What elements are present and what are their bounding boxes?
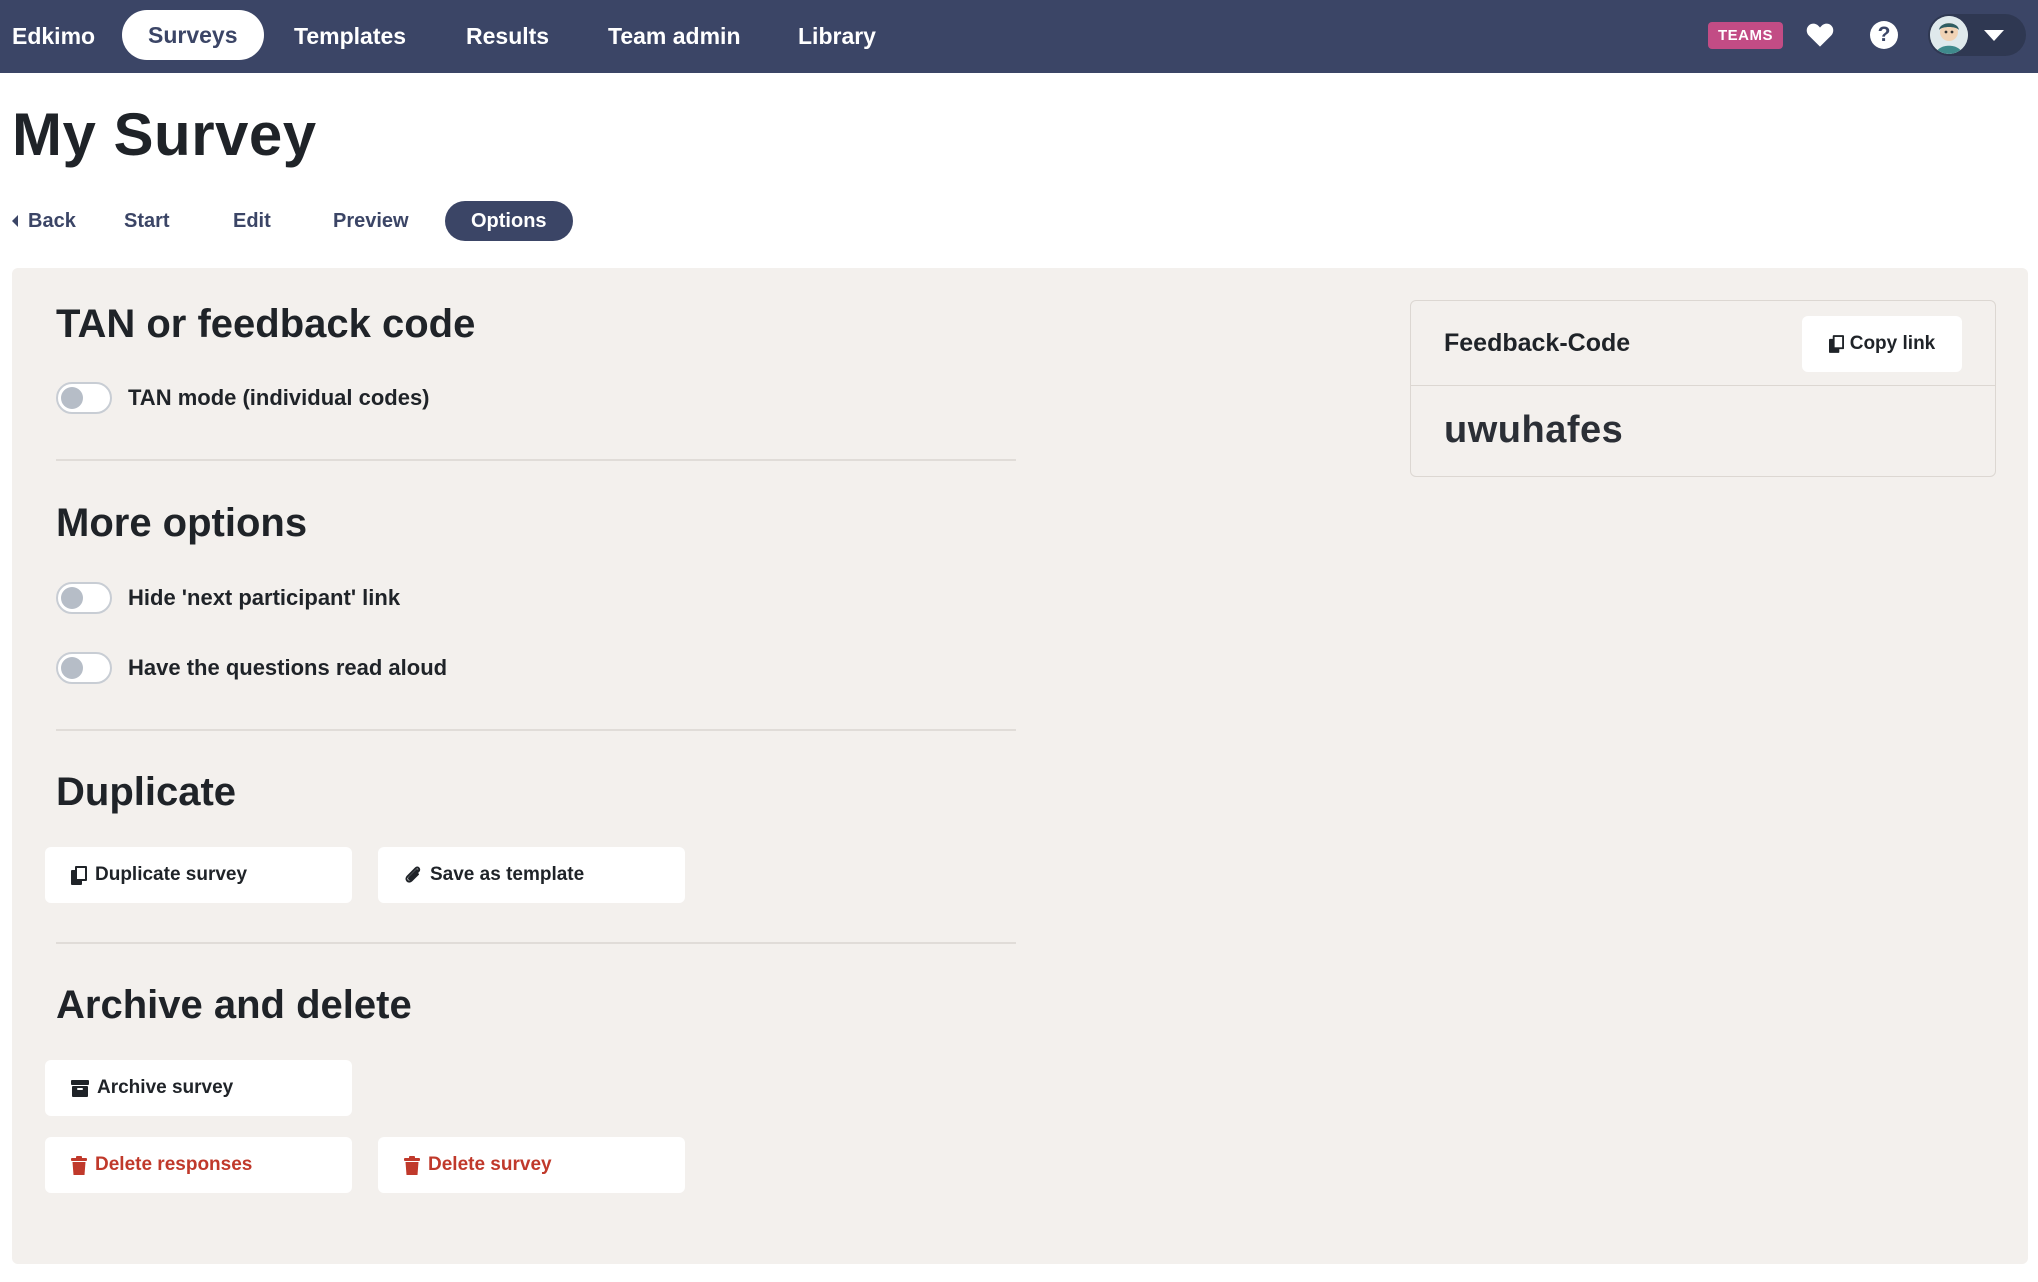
nav-library[interactable]: Library bbox=[798, 0, 876, 73]
delete-responses-button[interactable]: Delete responses bbox=[45, 1137, 352, 1193]
save-as-template-label: Save as template bbox=[430, 864, 585, 885]
feedback-code-card: Feedback-Code Copy link uwuhafes bbox=[1410, 300, 1996, 477]
tab-start[interactable]: Start bbox=[124, 201, 170, 241]
feedback-code-title: Feedback-Code bbox=[1444, 329, 1631, 357]
divider bbox=[56, 459, 1016, 461]
hide-next-participant-label: Hide 'next participant' link bbox=[128, 585, 401, 610]
more-options-heading: More options bbox=[56, 501, 308, 545]
brand-logo[interactable]: Edkimo bbox=[12, 0, 95, 73]
trash-icon bbox=[404, 1155, 420, 1175]
user-menu[interactable] bbox=[1928, 14, 2026, 56]
paperclip-icon bbox=[404, 865, 422, 885]
feedback-code-header: Feedback-Code Copy link bbox=[1411, 301, 1995, 386]
nav-templates[interactable]: Templates bbox=[294, 0, 406, 73]
copy-link-button[interactable]: Copy link bbox=[1802, 316, 1962, 372]
tab-edit[interactable]: Edit bbox=[233, 201, 271, 241]
avatar bbox=[1930, 16, 1968, 54]
page-title: My Survey bbox=[12, 101, 317, 168]
archive-box-icon bbox=[71, 1079, 89, 1097]
heart-icon[interactable] bbox=[1803, 18, 1837, 52]
trash-icon bbox=[71, 1155, 87, 1175]
duplicate-survey-label: Duplicate survey bbox=[95, 864, 248, 885]
read-aloud-label: Have the questions read aloud bbox=[128, 655, 448, 680]
copy-icon bbox=[71, 865, 87, 885]
top-navbar: Edkimo Surveys Templates Results Team ad… bbox=[0, 0, 2038, 73]
nav-surveys[interactable]: Surveys bbox=[122, 10, 264, 60]
archive-survey-button[interactable]: Archive survey bbox=[45, 1060, 352, 1116]
tan-mode-toggle-row[interactable]: TAN mode (individual codes) bbox=[56, 381, 430, 415]
chevron-down-icon bbox=[1984, 29, 2004, 41]
tan-mode-label: TAN mode (individual codes) bbox=[128, 385, 430, 410]
back-link[interactable]: Back bbox=[12, 201, 76, 241]
save-as-template-button[interactable]: Save as template bbox=[378, 847, 685, 903]
divider bbox=[56, 729, 1016, 731]
delete-responses-label: Delete responses bbox=[95, 1154, 253, 1175]
read-aloud-toggle-row[interactable]: Have the questions read aloud bbox=[56, 651, 447, 685]
feedback-code-value: uwuhafes bbox=[1444, 409, 1624, 451]
divider bbox=[56, 942, 1016, 944]
delete-survey-label: Delete survey bbox=[428, 1154, 552, 1175]
duplicate-heading: Duplicate bbox=[56, 770, 237, 814]
help-icon[interactable]: ? bbox=[1867, 18, 1901, 52]
tab-options[interactable]: Options bbox=[445, 201, 573, 241]
hide-next-participant-toggle[interactable] bbox=[56, 582, 112, 614]
chevron-left-icon bbox=[12, 215, 18, 227]
nav-team-admin[interactable]: Team admin bbox=[608, 0, 741, 73]
tan-mode-toggle[interactable] bbox=[56, 382, 112, 414]
teams-badge: TEAMS bbox=[1708, 22, 1783, 49]
archive-survey-label: Archive survey bbox=[97, 1077, 234, 1098]
tab-preview[interactable]: Preview bbox=[333, 201, 409, 241]
copy-link-label: Copy link bbox=[1849, 333, 1936, 354]
duplicate-survey-button[interactable]: Duplicate survey bbox=[45, 847, 352, 903]
tan-heading: TAN or feedback code bbox=[56, 302, 476, 346]
read-aloud-toggle[interactable] bbox=[56, 652, 112, 684]
copy-icon bbox=[1828, 335, 1844, 353]
archive-delete-heading: Archive and delete bbox=[56, 983, 412, 1027]
hide-next-participant-toggle-row[interactable]: Hide 'next participant' link bbox=[56, 581, 400, 615]
nav-results[interactable]: Results bbox=[466, 0, 549, 73]
delete-survey-button[interactable]: Delete survey bbox=[378, 1137, 685, 1193]
back-label: Back bbox=[28, 209, 76, 232]
